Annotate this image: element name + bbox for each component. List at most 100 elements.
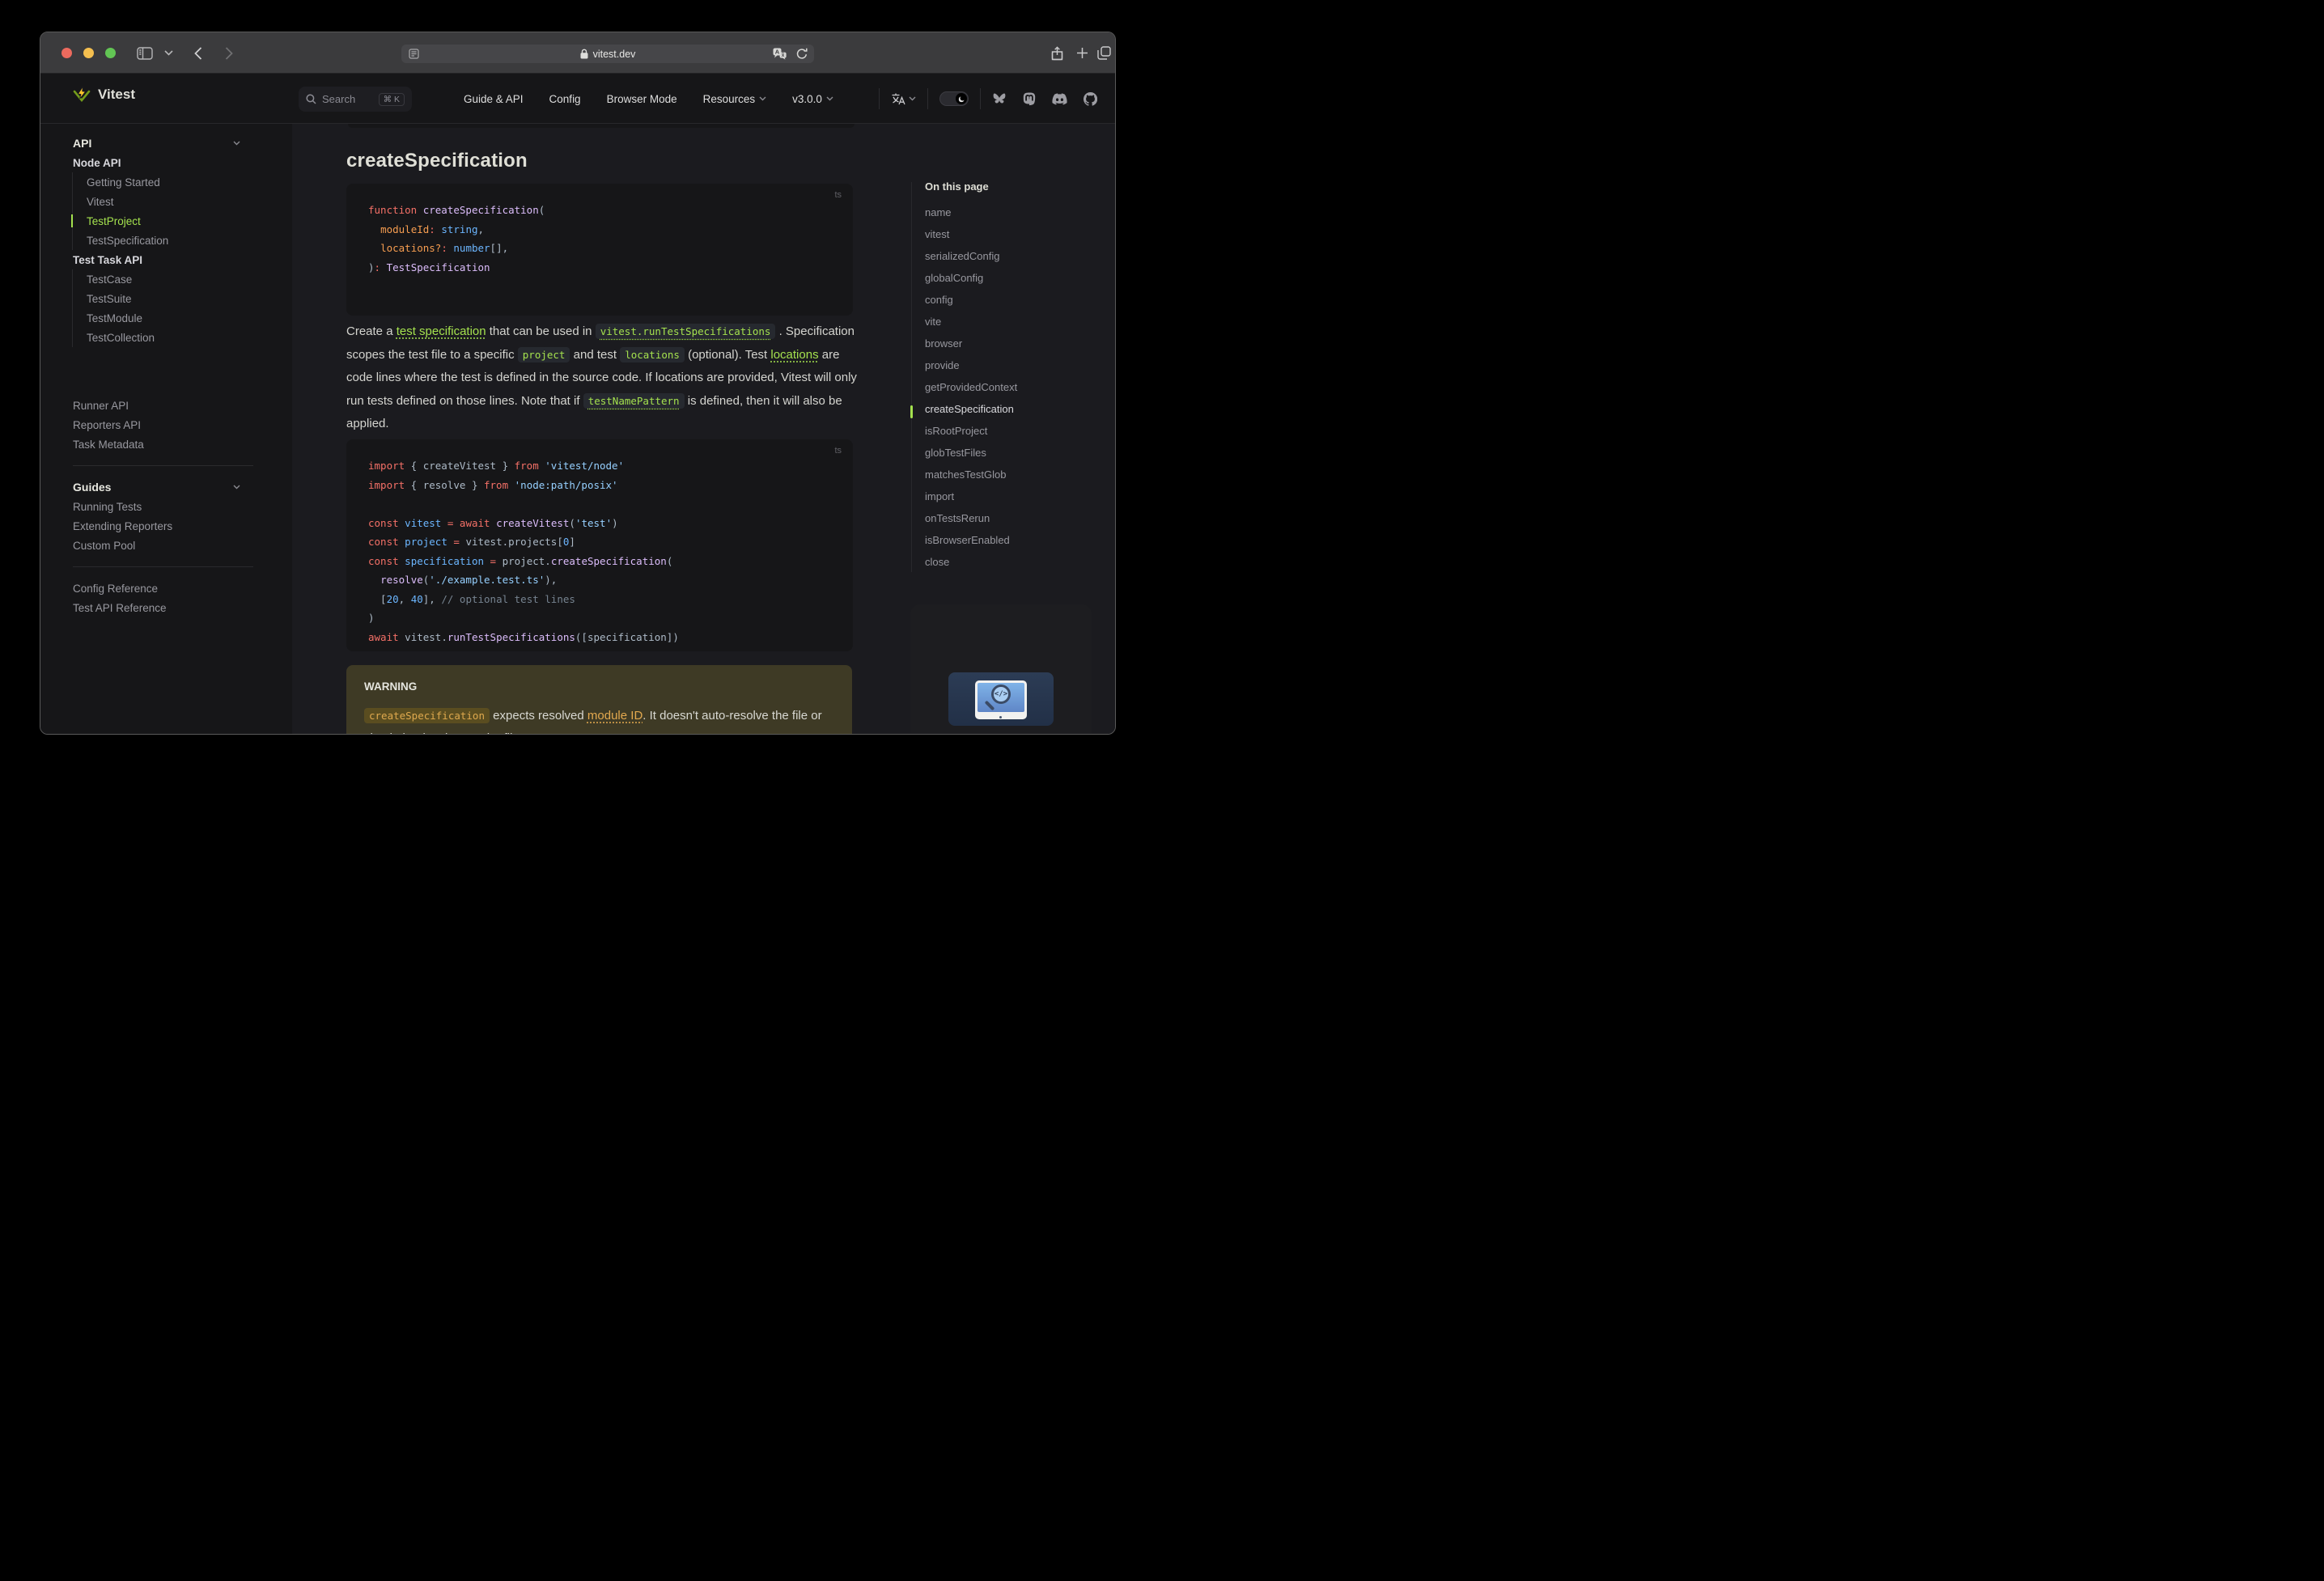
outline-item[interactable]: onTestsRerun bbox=[925, 507, 1017, 529]
sidebar-item[interactable]: TestCase bbox=[87, 269, 292, 289]
sidebar-item[interactable]: Vitest bbox=[87, 192, 292, 211]
page-title: createSpecification bbox=[346, 150, 528, 172]
sidebar-item[interactable]: Running Tests bbox=[40, 497, 292, 516]
sidebar-subgroup: TestCase TestSuite TestModule TestCollectio… bbox=[72, 269, 292, 347]
sidebar-divider bbox=[73, 465, 253, 466]
description-paragraph: Create a test specification that can be … bbox=[346, 324, 857, 430]
sidebar-section-title: Node API bbox=[73, 156, 121, 169]
reload-icon[interactable] bbox=[796, 48, 808, 60]
code-block-example: ts import { createVitest } from 'vitest/… bbox=[346, 439, 853, 651]
outline-title: On this page bbox=[925, 180, 989, 193]
sidebar-item[interactable]: Test API Reference bbox=[40, 598, 292, 617]
nav-link[interactable]: Config bbox=[549, 93, 581, 105]
theme-toggle[interactable] bbox=[939, 91, 969, 106]
warning-body: createSpecification expects resolved mod… bbox=[364, 705, 834, 734]
forward-icon[interactable] bbox=[225, 32, 233, 74]
nav-link[interactable]: Browser Mode bbox=[607, 93, 677, 105]
language-menu[interactable] bbox=[891, 92, 916, 105]
code: function createSpecification( moduleId: … bbox=[368, 204, 545, 273]
nav-link[interactable]: Resources bbox=[703, 93, 767, 105]
nav-right-cluster bbox=[867, 74, 1097, 124]
toolbar-chevron-down-icon[interactable] bbox=[164, 32, 173, 74]
outline-item[interactable]: serializedConfig bbox=[925, 245, 1017, 267]
previous-section-edge bbox=[348, 124, 855, 128]
outline-item[interactable]: matchesTestGlob bbox=[925, 464, 1017, 485]
vitest-logo-icon bbox=[73, 87, 91, 103]
outline-item[interactable]: getProvidedContext bbox=[925, 376, 1017, 398]
sidebar-item[interactable]: Runner API bbox=[40, 396, 292, 415]
sidebar-item[interactable]: Getting Started bbox=[87, 172, 292, 192]
new-tab-icon[interactable] bbox=[1076, 32, 1088, 74]
code-lang-badge: ts bbox=[834, 446, 842, 456]
sidebar-item[interactable]: Extending Reporters bbox=[40, 516, 292, 536]
outline-item[interactable]: browser bbox=[925, 333, 1017, 354]
zoom-button[interactable] bbox=[105, 48, 116, 58]
sidebar-item[interactable]: Reporters API bbox=[40, 415, 292, 434]
sidebar-group-title[interactable]: Guides bbox=[40, 477, 292, 497]
outline-item[interactable]: vitest bbox=[925, 223, 1017, 245]
site-logo[interactable]: Vitest bbox=[73, 87, 135, 103]
sidebar-item[interactable]: TestModule bbox=[87, 308, 292, 328]
sidebar-item[interactable]: TestCollection bbox=[87, 328, 292, 347]
outline-item[interactable]: globalConfig bbox=[925, 267, 1017, 289]
traffic-lights bbox=[61, 48, 116, 58]
sidebar-item[interactable]: Config Reference bbox=[40, 579, 292, 598]
sidebar-item[interactable]: TestProject bbox=[71, 211, 292, 231]
outline-item[interactable]: createSpecification bbox=[925, 398, 1017, 420]
nav-links: Guide & API Config Browser Mode Resources v3… bbox=[464, 74, 833, 124]
nav-link[interactable]: Guide & API bbox=[464, 93, 524, 105]
sidebar: API Node API Getting Started Vitest TestProj… bbox=[40, 124, 292, 734]
chevron-down-icon[interactable] bbox=[233, 485, 240, 490]
bluesky-icon[interactable] bbox=[992, 92, 1007, 105]
search-shortcut: ⌘ K bbox=[378, 92, 405, 106]
outline-item[interactable]: import bbox=[925, 485, 1017, 507]
sidebar-toggle-icon[interactable] bbox=[137, 32, 153, 74]
sponsor-card[interactable]: </> bbox=[910, 604, 1092, 734]
code-block-signature: ts function createSpecification( moduleI… bbox=[346, 184, 853, 316]
inline-link[interactable]: module ID bbox=[587, 709, 642, 723]
outline-item[interactable]: name bbox=[925, 201, 1017, 223]
minimize-button[interactable] bbox=[83, 48, 94, 58]
sidebar-item[interactable]: TestSpecification bbox=[87, 231, 292, 250]
warning-callout: WARNING createSpecification expects reso… bbox=[346, 665, 852, 734]
sidebar-item[interactable]: Task Metadata bbox=[40, 434, 292, 454]
discord-icon[interactable] bbox=[1052, 92, 1067, 105]
url-text: vitest.dev bbox=[592, 48, 636, 60]
sidebar-item[interactable]: Custom Pool bbox=[40, 536, 292, 555]
browser-window: vitest.dev A x̂ Vitest Search ⌘ K Guide … bbox=[40, 32, 1116, 735]
inline-link[interactable]: test specification bbox=[397, 324, 486, 338]
outline-item[interactable]: isBrowserEnabled bbox=[925, 529, 1017, 551]
translate-icon[interactable]: A x̂ bbox=[773, 48, 787, 60]
site-logo-text: Vitest bbox=[98, 87, 135, 102]
sidebar-subgroup: Getting Started Vitest TestProject TestSpec… bbox=[71, 172, 292, 250]
moon-icon bbox=[956, 93, 967, 104]
search-input[interactable]: Search ⌘ K bbox=[299, 87, 412, 112]
reader-icon[interactable] bbox=[409, 49, 419, 59]
close-button[interactable] bbox=[61, 48, 72, 58]
outline-item[interactable]: close bbox=[925, 551, 1017, 573]
tab-overview-icon[interactable] bbox=[1097, 32, 1111, 74]
address-bar[interactable]: vitest.dev A x̂ bbox=[401, 45, 814, 63]
github-icon[interactable] bbox=[1084, 91, 1097, 106]
outline-item[interactable]: globTestFiles bbox=[925, 442, 1017, 464]
outline-item[interactable]: provide bbox=[925, 354, 1017, 376]
mastodon-icon[interactable] bbox=[1023, 92, 1036, 106]
inline-code-link[interactable]: vitest.runTestSpecifications bbox=[595, 324, 776, 339]
inline-code-link[interactable]: testNamePattern bbox=[583, 392, 685, 409]
divider bbox=[879, 88, 880, 109]
chevron-down-icon[interactable] bbox=[233, 141, 240, 146]
inline-code: createSpecification bbox=[364, 708, 490, 723]
outline-item[interactable]: isRootProject bbox=[925, 420, 1017, 442]
sidebar-item[interactable]: TestSuite bbox=[87, 289, 292, 308]
inline-link[interactable]: locations bbox=[770, 348, 818, 362]
outline-item[interactable]: vite bbox=[925, 311, 1017, 333]
outline-item[interactable]: config bbox=[925, 289, 1017, 311]
share-icon[interactable] bbox=[1051, 32, 1063, 74]
outline-list: name vitest serializedConfig globalConfig co… bbox=[925, 201, 1017, 573]
outline-active-marker bbox=[910, 405, 913, 418]
divider bbox=[980, 88, 981, 109]
nav-link[interactable]: v3.0.0 bbox=[792, 93, 833, 105]
sidebar-group-title[interactable]: API bbox=[40, 134, 292, 153]
inline-code: project bbox=[517, 346, 570, 362]
back-icon[interactable] bbox=[194, 32, 202, 74]
